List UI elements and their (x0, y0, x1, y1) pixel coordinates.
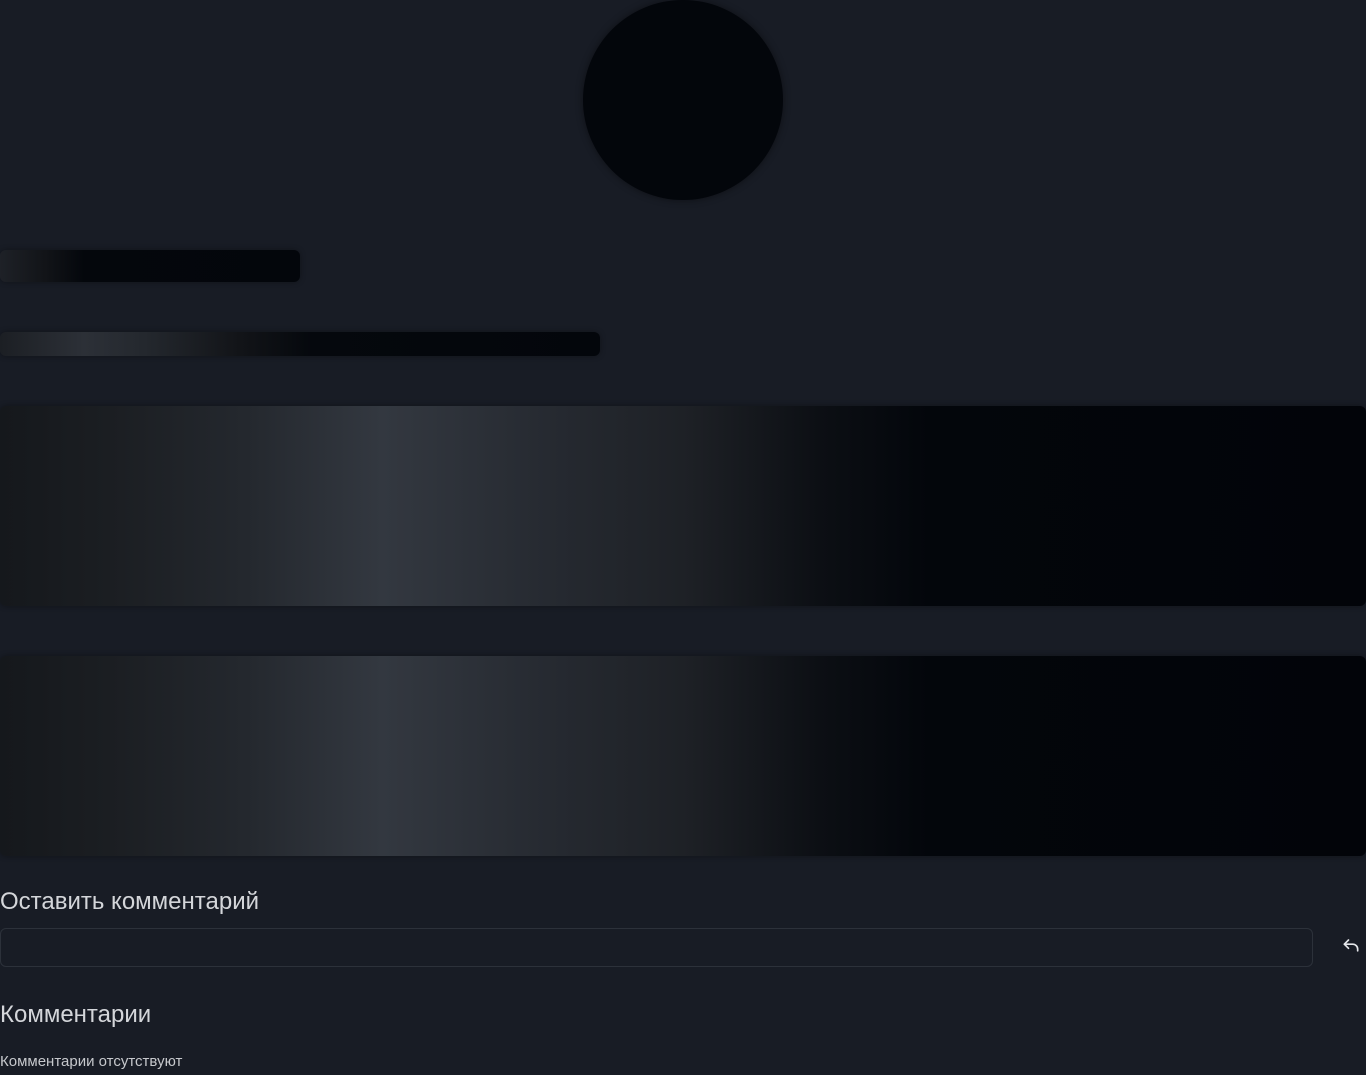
comments-empty-text: Комментарии отсутствуют (0, 1053, 183, 1070)
comments-heading: Комментарии (0, 1001, 152, 1028)
avatar-skeleton (583, 0, 783, 200)
leave-comment-heading: Оставить комментарий (0, 888, 260, 915)
comment-input[interactable] (0, 928, 1313, 967)
post-page: Оставить комментарий Комментарии Коммент… (0, 0, 1366, 1075)
submit-comment-button[interactable] (1336, 930, 1366, 960)
title-skeleton (0, 250, 300, 282)
content-block-skeleton (0, 656, 1366, 856)
content-block-skeleton (0, 406, 1366, 606)
subtitle-skeleton (0, 332, 600, 356)
reply-icon (1343, 939, 1359, 952)
